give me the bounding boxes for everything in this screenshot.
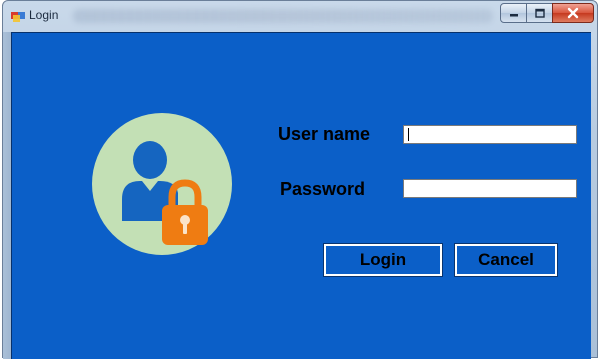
username-label: User name xyxy=(278,124,371,144)
login-button[interactable]: Login xyxy=(323,243,443,277)
username-field[interactable] xyxy=(403,125,577,144)
minimize-icon xyxy=(509,14,518,17)
minimize-button[interactable] xyxy=(500,3,527,23)
cancel-button[interactable]: Cancel xyxy=(454,243,558,277)
close-button[interactable] xyxy=(552,3,594,23)
password-label: Password xyxy=(280,179,366,199)
app-icon xyxy=(11,9,25,23)
window-title: Login xyxy=(29,8,59,22)
user-lock-icon xyxy=(90,111,234,257)
login-window: Login User name Password Login Cancel xyxy=(2,0,598,359)
maximize-button[interactable] xyxy=(526,3,553,23)
maximize-icon xyxy=(534,8,545,18)
login-panel: User name Password Login Cancel xyxy=(11,32,591,359)
text-caret xyxy=(408,128,409,141)
title-blur-overlay xyxy=(73,9,493,23)
title-bar[interactable]: Login xyxy=(3,1,597,32)
close-icon xyxy=(567,7,579,19)
password-field[interactable] xyxy=(403,179,577,198)
window-frame-left xyxy=(3,32,11,359)
